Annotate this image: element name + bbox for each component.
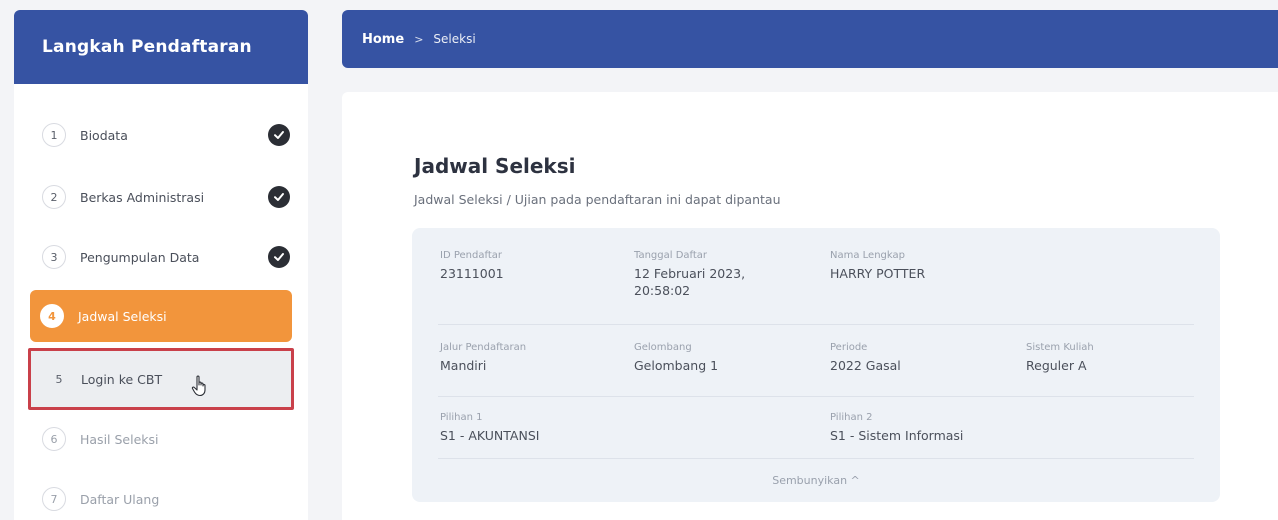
hide-details-link[interactable]: Sembunyikan ^ (412, 474, 1220, 487)
field-label: Nama Lengkap (830, 250, 905, 261)
page-subtitle: Jadwal Seleksi / Ujian pada pendaftaran … (414, 192, 781, 207)
divider (438, 324, 1194, 325)
step-number: 2 (42, 185, 66, 209)
sidebar-title: Langkah Pendaftaran (14, 10, 308, 84)
step-label: Daftar Ulang (80, 491, 160, 507)
step-number: 5 (47, 367, 71, 391)
step-hasil-seleksi[interactable]: 6 Hasil Seleksi (32, 414, 292, 464)
step-login-cbt[interactable]: 5 Login ke CBT (28, 348, 294, 410)
field-value: 23111001 (440, 266, 504, 281)
field-value: S1 - AKUNTANSI (440, 428, 540, 443)
hand-pointer-icon (191, 375, 209, 400)
schedule-card: Jadwal Seleksi Jadwal Seleksi / Ujian pa… (342, 92, 1278, 520)
step-daftar-ulang[interactable]: 7 Daftar Ulang (32, 474, 292, 520)
field-nama-lengkap: Nama Lengkap HARRY POTTER (830, 250, 925, 282)
step-jadwal-seleksi[interactable]: 4 Jadwal Seleksi (30, 290, 292, 342)
page-title: Jadwal Seleksi (414, 154, 576, 178)
field-label: ID Pendaftar (440, 250, 502, 261)
field-label: Periode (830, 342, 868, 353)
field-value: 12 Februari 2023, (634, 266, 746, 281)
step-number: 1 (42, 123, 66, 147)
check-icon (268, 246, 290, 268)
field-value: Gelombang 1 (634, 358, 719, 373)
field-value: S1 - Sistem Informasi (830, 428, 964, 443)
divider (438, 458, 1194, 459)
steps-sidebar: Langkah Pendaftaran 1 Biodata 2 Berkas A… (14, 10, 308, 520)
step-number: 7 (42, 487, 66, 511)
field-label: Sistem Kuliah (1026, 342, 1094, 353)
step-number: 6 (42, 427, 66, 451)
field-periode: Periode 2022 Gasal (830, 342, 901, 374)
step-label: Jadwal Seleksi (78, 308, 167, 324)
field-value: 20:58:02 (634, 283, 691, 298)
field-value: Reguler A (1026, 358, 1087, 373)
field-label: Pilihan 2 (830, 412, 873, 423)
field-label: Pilihan 1 (440, 412, 483, 423)
field-sistem-kuliah: Sistem Kuliah Reguler A (1026, 342, 1094, 374)
registration-info-panel: ID Pendaftar 23111001 Tanggal Daftar 12 … (412, 228, 1220, 502)
field-value: 2022 Gasal (830, 358, 901, 373)
step-label: Biodata (80, 127, 128, 143)
field-pilihan-1: Pilihan 1 S1 - AKUNTANSI (440, 412, 539, 444)
field-pilihan-2: Pilihan 2 S1 - Sistem Informasi (830, 412, 963, 444)
breadcrumb: Home > Seleksi (342, 10, 1278, 68)
field-tanggal-daftar: Tanggal Daftar 12 Februari 2023, 20:58:0… (634, 250, 745, 299)
breadcrumb-separator: > (414, 32, 424, 46)
step-number: 3 (42, 245, 66, 269)
check-icon (268, 186, 290, 208)
field-value: Mandiri (440, 358, 487, 373)
step-berkas-administrasi[interactable]: 2 Berkas Administrasi (32, 172, 292, 222)
field-jalur-pendaftaran: Jalur Pendaftaran Mandiri (440, 342, 526, 374)
step-label: Pengumpulan Data (80, 249, 200, 265)
step-biodata[interactable]: 1 Biodata (32, 110, 292, 160)
step-label: Login ke CBT (81, 371, 163, 387)
divider (438, 396, 1194, 397)
field-label: Jalur Pendaftaran (440, 342, 527, 353)
step-pengumpulan-data[interactable]: 3 Pengumpulan Data (32, 232, 292, 282)
step-label: Hasil Seleksi (80, 431, 159, 447)
step-number: 4 (40, 304, 64, 328)
field-value: HARRY POTTER (830, 266, 926, 281)
breadcrumb-home-link[interactable]: Home (362, 32, 404, 47)
breadcrumb-current: Seleksi (433, 32, 476, 46)
step-label: Berkas Administrasi (80, 189, 205, 205)
field-gelombang: Gelombang Gelombang 1 (634, 342, 718, 374)
check-icon (268, 124, 290, 146)
field-label: Gelombang (634, 342, 692, 353)
field-id-pendaftar: ID Pendaftar 23111001 (440, 250, 504, 282)
field-label: Tanggal Daftar (634, 250, 708, 261)
